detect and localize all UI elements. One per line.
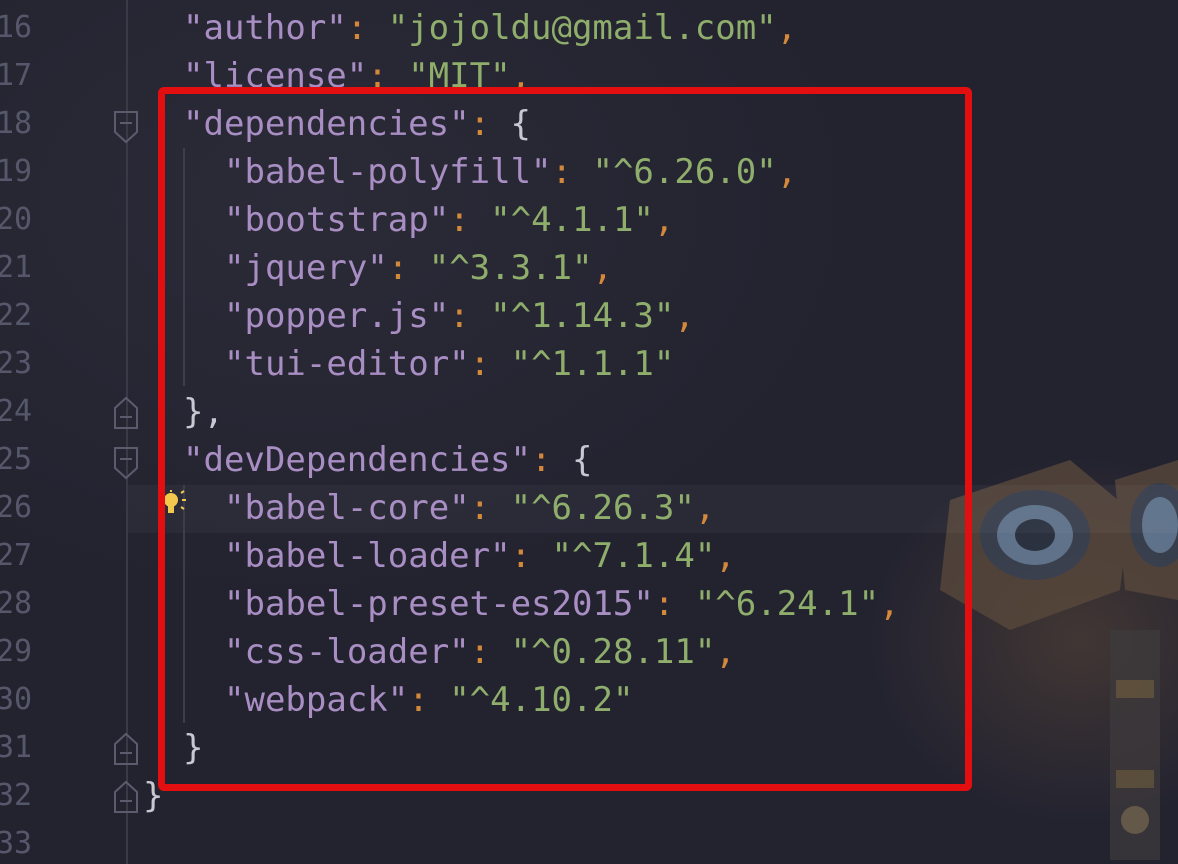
- line-number: 16: [0, 10, 33, 45]
- fold-marker-icon[interactable]: [113, 396, 139, 430]
- line-number: 31: [0, 730, 33, 765]
- line-number: 30: [0, 682, 33, 717]
- fold-marker-icon[interactable]: [113, 110, 139, 144]
- json-trailing: ,: [776, 8, 798, 48]
- line-number: 32: [0, 778, 33, 813]
- line-number: 20: [0, 202, 33, 237]
- line-number: 17: [0, 58, 33, 93]
- line-number: 26: [0, 490, 33, 525]
- line-number: 21: [0, 250, 33, 285]
- line-number: 22: [0, 298, 33, 333]
- line-number: 29: [0, 634, 33, 669]
- fold-marker-icon[interactable]: [113, 780, 139, 814]
- red-highlight-box: [158, 87, 972, 791]
- line-number: 24: [0, 394, 33, 429]
- json-separator: :: [346, 8, 388, 48]
- fold-marker-icon[interactable]: [113, 732, 139, 766]
- line-number: 19: [0, 154, 33, 189]
- json-value: "jojoldu@gmail.com": [387, 8, 777, 48]
- fold-marker-icon[interactable]: [113, 446, 139, 480]
- line-number: 23: [0, 346, 33, 381]
- json-key: "author": [183, 8, 347, 48]
- code-line[interactable]: "author": "jojoldu@gmail.com",: [183, 4, 797, 52]
- line-number: 27: [0, 538, 33, 573]
- line-number: 28: [0, 586, 33, 621]
- line-number: 18: [0, 106, 33, 141]
- line-number: 33: [0, 826, 33, 861]
- line-number: 25: [0, 442, 33, 477]
- code-editor[interactable]: 16 17 18 19 20 21 22 23 24 25 26 27 28 2…: [0, 0, 1178, 864]
